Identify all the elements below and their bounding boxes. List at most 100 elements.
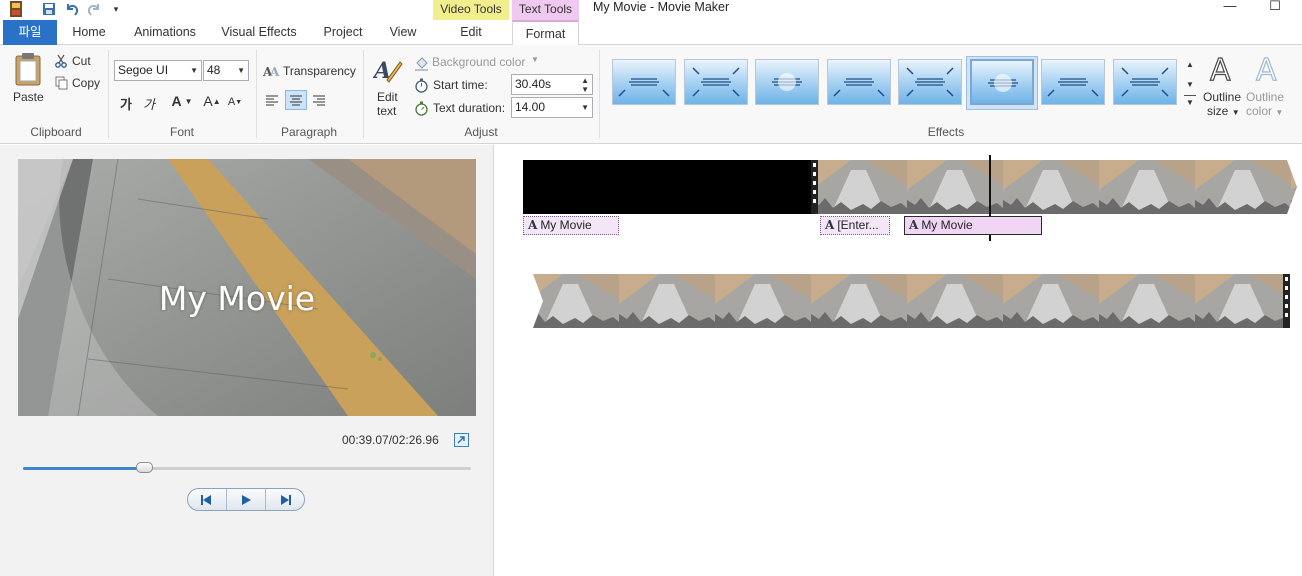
chevron-down-icon: ▼	[237, 66, 245, 75]
undo-icon[interactable]	[64, 1, 80, 17]
paste-icon[interactable]	[12, 51, 44, 87]
font-size-value: 48	[207, 63, 221, 77]
outline-color-line2: color	[1246, 104, 1273, 118]
copy-button[interactable]: Copy	[72, 76, 100, 90]
effect-thumbnail[interactable]	[826, 59, 891, 105]
video-clip-2[interactable]	[523, 274, 1290, 328]
outline-size-line1[interactable]: Outline	[1203, 90, 1241, 104]
start-time-input[interactable]: 30.40s ▲ ▼	[511, 74, 593, 95]
effect-thumbnail[interactable]	[612, 59, 676, 105]
font-family-select[interactable]: Segoe UI ▼	[114, 60, 202, 81]
svg-text:A: A	[1256, 53, 1277, 84]
bold-button[interactable]: 가	[120, 94, 132, 113]
font-color-glyph: A	[171, 93, 182, 109]
outline-size-button[interactable]: size ▼	[1207, 104, 1240, 118]
caption-label: [Enter...	[837, 218, 879, 232]
align-left-icon[interactable]	[263, 91, 281, 109]
caption-clip[interactable]: A My Movie	[523, 216, 619, 235]
caption-label: My Movie	[921, 218, 973, 232]
black-clip[interactable]	[523, 160, 811, 214]
align-center-icon[interactable]	[285, 90, 307, 110]
edit-text-line1[interactable]: Edit	[377, 90, 398, 104]
effect-thumbnail[interactable]	[969, 59, 1034, 105]
video-preview[interactable]: My Movie	[18, 159, 476, 416]
tab-home[interactable]: Home	[62, 20, 116, 45]
save-icon[interactable]	[41, 1, 57, 17]
scissors-icon[interactable]	[54, 54, 68, 68]
film-icon[interactable]	[8, 1, 24, 17]
next-frame-button[interactable]	[266, 489, 304, 510]
tab-view[interactable]: View	[380, 20, 426, 45]
ribbon-divider	[256, 50, 257, 138]
video-clip-1[interactable]	[811, 160, 1297, 214]
effect-thumbnail[interactable]	[1112, 59, 1177, 105]
background-color-button[interactable]: Background color	[432, 55, 525, 69]
cut-button[interactable]: Cut	[72, 54, 91, 68]
group-label-paragraph: Paragraph	[280, 125, 338, 139]
gallery-up-icon[interactable]: ▲	[1184, 57, 1196, 71]
chevron-down-icon: ▼	[184, 96, 193, 106]
next-frame-icon	[281, 494, 291, 505]
effect-thumbnail[interactable]	[1041, 59, 1105, 105]
grow-font-button[interactable]: A ▲	[203, 92, 220, 110]
storyboard: A My Movie A [Enter... A My Movie	[495, 145, 1302, 576]
preview-overlay-text: My Movie	[158, 279, 316, 318]
caption-clip[interactable]: A [Enter...	[820, 216, 890, 235]
text-caption-icon: A	[909, 218, 919, 232]
edit-text-line2[interactable]: text	[377, 104, 396, 118]
group-label-clipboard: Clipboard	[30, 125, 82, 139]
paste-button[interactable]: Paste	[13, 90, 44, 104]
timecode-display: 00:39.07/02:26.96	[342, 433, 439, 447]
play-button[interactable]	[227, 489, 266, 510]
seek-bar-thumb[interactable]	[135, 462, 153, 473]
tab-file[interactable]: 파일	[3, 20, 57, 45]
chevron-down-icon: ▼	[1231, 108, 1240, 117]
copy-icon[interactable]	[54, 76, 68, 90]
outline-size-icon[interactable]: A	[1206, 51, 1238, 85]
text-duration-value: 14.00	[515, 100, 546, 114]
font-size-select[interactable]: 48 ▼	[203, 60, 249, 81]
seek-bar-progress	[23, 467, 144, 470]
ribbon-tabs: 파일 Home Animations Visual Effects Projec…	[0, 20, 1302, 46]
effect-thumbnail[interactable]	[898, 59, 962, 105]
paint-bucket-icon	[413, 55, 429, 71]
ribbon: Paste Cut Copy Clipboard Segoe UI ▼ 48 ▼…	[0, 45, 1302, 144]
tab-visual-effects[interactable]: Visual Effects	[216, 20, 302, 45]
transparency-button[interactable]: Transparency	[283, 64, 356, 78]
minimize-button[interactable]: —	[1220, 0, 1240, 14]
tab-project[interactable]: Project	[314, 20, 372, 45]
text-duration-select[interactable]: 14.00 ▼	[511, 97, 593, 118]
transparency-icon[interactable]: AA	[263, 63, 281, 79]
text-duration-label: Text duration:	[433, 101, 506, 115]
caption-label: My Movie	[540, 218, 592, 232]
edit-text-icon[interactable]: A	[372, 53, 404, 85]
previous-frame-icon	[201, 494, 211, 505]
shrink-font-button[interactable]: A ▼	[227, 94, 243, 110]
redo-icon[interactable]	[86, 1, 102, 17]
gallery-more-icon[interactable]: ▼	[1184, 95, 1196, 109]
align-right-icon[interactable]	[310, 91, 328, 109]
maximize-button[interactable]: ☐	[1265, 0, 1285, 14]
tab-animations[interactable]: Animations	[125, 20, 205, 45]
font-family-value: Segoe UI	[118, 63, 169, 77]
previous-frame-button[interactable]	[188, 489, 227, 510]
customize-icon[interactable]: ▾	[108, 1, 124, 17]
duration-stopwatch-icon	[413, 100, 429, 116]
gallery-down-icon[interactable]: ▼	[1184, 77, 1196, 91]
tab-edit[interactable]: Edit	[433, 20, 509, 45]
chevron-down-icon: ▼	[190, 66, 198, 75]
outline-color-line1[interactable]: Outline	[1246, 90, 1284, 104]
italic-button[interactable]: 가	[143, 94, 155, 113]
fullscreen-icon[interactable]	[454, 433, 469, 447]
font-color-button[interactable]: A ▼	[168, 92, 196, 110]
text-caption-icon: A	[825, 218, 835, 232]
effect-thumbnail[interactable]	[755, 59, 819, 105]
effect-thumbnail[interactable]	[683, 59, 748, 105]
start-time-label: Start time:	[433, 78, 488, 92]
caption-clip[interactable]: A My Movie	[904, 216, 1042, 235]
group-label-font: Font	[169, 125, 194, 139]
spinner-arrows-icon[interactable]: ▲ ▼	[581, 76, 589, 94]
outline-color-icon[interactable]: A	[1252, 51, 1284, 85]
outline-color-button[interactable]: color ▼	[1246, 104, 1283, 118]
tab-format[interactable]: Format	[512, 20, 579, 46]
